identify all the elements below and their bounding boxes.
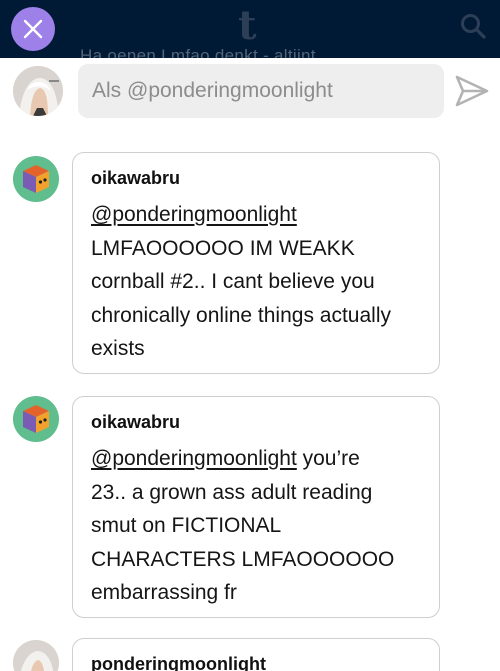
comment-text: cornball #2.. I cant believe you [91,270,375,293]
comment-author[interactable]: oikawabru [91,411,421,433]
comment-bubble[interactable]: ponderingmoonlight [72,638,440,671]
comment-text: embarrassing fr [91,581,237,604]
comment-text: smut on FICTIONAL [91,514,282,537]
comment-text: LMFAOOOOOO IM WEAKK [91,236,355,260]
comment-text: you’re [296,447,360,470]
comment-body: @ponderingmoonlight LMFAOOOOOO IM WEAKK … [91,198,421,366]
avatar[interactable] [13,396,59,442]
avatar[interactable] [13,156,59,202]
top-app-bar: t Ha oenen Lmfao denkt - altijnt [0,0,500,58]
comment-text: exists [91,337,145,360]
comment-author[interactable]: oikawabru [91,167,421,189]
comment-bubble[interactable]: oikawabru @ponderingmoonlight you’re 23.… [72,396,440,618]
comment-body: @ponderingmoonlight you’re 23.. a grown … [91,442,421,610]
comment-text: CHARACTERS LMFAOOOOOO [91,547,395,571]
post-text-peek: Ha oenen Lmfao denkt - altijnt [80,46,316,58]
cube-avatar-icon [23,165,49,193]
cube-avatar-icon [23,405,49,433]
avatar-portrait-icon [13,640,59,671]
avatar-portrait-icon [13,66,63,116]
avatar[interactable] [13,640,59,671]
reply-composer [0,58,500,134]
mention-link[interactable]: @ponderingmoonlight [91,447,297,470]
comment-author[interactable]: ponderingmoonlight [91,653,421,671]
close-button[interactable] [11,7,55,51]
mention-link[interactable]: @ponderingmoonlight [91,203,297,226]
tumblr-logo: t [238,2,257,49]
comment-text: chronically online things actually [91,303,391,327]
search-icon[interactable] [459,12,487,40]
comment-bubble[interactable]: oikawabru @ponderingmoonlight LMFAOOOOOO… [72,152,440,374]
reply-input[interactable] [78,64,444,118]
send-icon[interactable] [454,74,490,108]
comment-text: 23.. a grown ass adult reading [91,480,373,504]
my-avatar[interactable] [13,66,63,116]
close-icon [23,19,43,39]
